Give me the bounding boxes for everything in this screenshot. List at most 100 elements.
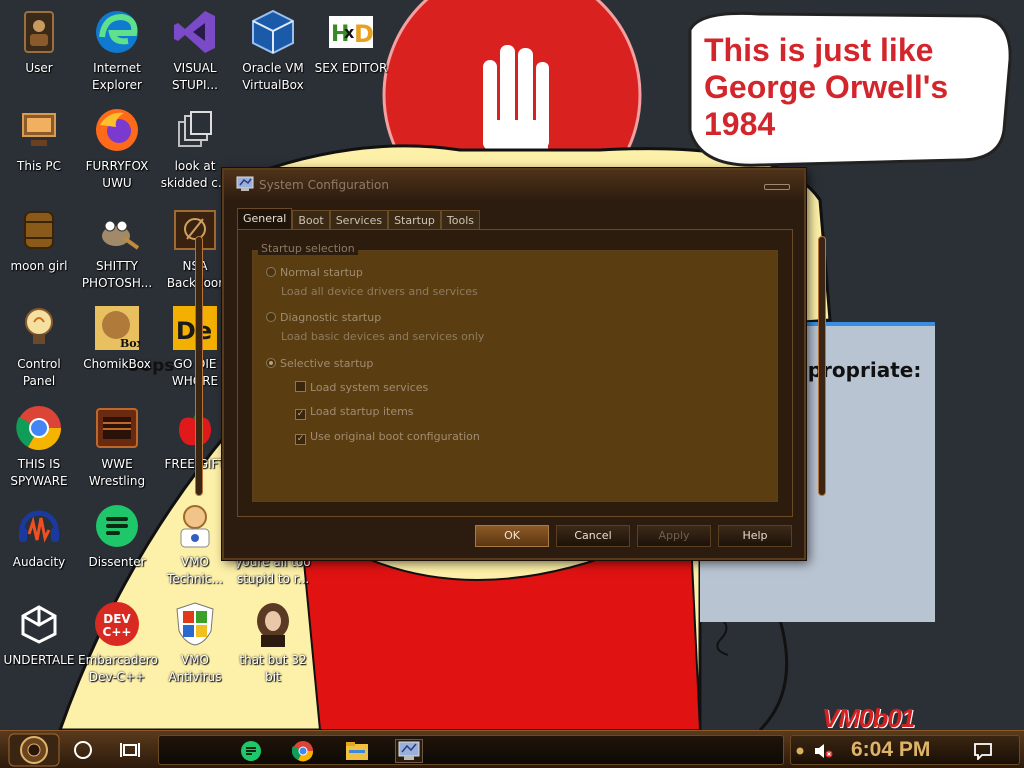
desktop-icon-undertale[interactable]: UNDERTALE — [0, 600, 78, 669]
search-icon[interactable] — [74, 741, 92, 759]
speaker-muted-icon[interactable] — [813, 742, 833, 760]
diagnostic-startup-option[interactable]: Diagnostic startup Load basic devices an… — [266, 311, 484, 343]
taskbar: 6:04 PM — [0, 730, 1024, 768]
taskbar-file-explorer-button[interactable] — [343, 739, 371, 763]
diagnostic-startup-description: Load basic devices and services only — [281, 330, 485, 343]
desktop-icon-gimp[interactable]: SHITTY PHOTOSH... — [78, 206, 156, 292]
icon-label: WWE Wrestling — [88, 457, 146, 488]
normal-startup-option[interactable]: Normal startup Load all device drivers a… — [266, 266, 478, 298]
use-original-boot-label: Use original boot configuration — [310, 430, 480, 443]
desktop-icon-internet-explorer[interactable]: Internet Explorer — [78, 8, 156, 94]
load-system-services-label: Load system services — [310, 381, 429, 394]
tab-services[interactable]: Services — [329, 210, 389, 230]
window-titlebar[interactable]: System Configuration — [224, 170, 804, 202]
window-frame-rail-left — [195, 236, 203, 496]
use-original-boot-option[interactable]: ✓ Use original boot configuration — [295, 430, 480, 445]
minimize-button[interactable] — [764, 184, 790, 190]
icon-label: User — [25, 61, 53, 75]
svg-text:D: D — [354, 20, 374, 48]
lightbulb-icon — [15, 304, 63, 352]
desktop-icon-this-pc[interactable]: This PC — [0, 106, 78, 175]
wrestling-icon — [93, 404, 141, 452]
start-button[interactable] — [8, 733, 60, 767]
system-config-icon — [398, 741, 420, 760]
tab-boot[interactable]: Boot — [292, 210, 330, 230]
tab-tools[interactable]: Tools — [440, 210, 481, 230]
svg-text:C++: C++ — [103, 625, 132, 639]
user-folder-icon — [15, 8, 63, 56]
speech-line-3: 1984 — [704, 106, 776, 142]
background-dialog-text: opropriate: — [794, 358, 922, 382]
diagnostic-startup-label: Diagnostic startup — [280, 311, 382, 324]
normal-startup-description: Load all device drivers and services — [281, 285, 478, 298]
firefox-icon — [93, 106, 141, 154]
desktop-icon-firefox[interactable]: FURRYFOX UWU — [78, 106, 156, 192]
desktop-icon-wwe-wrestling[interactable]: WWE Wrestling — [78, 404, 156, 490]
cancel-button[interactable]: Cancel — [556, 525, 630, 547]
icon-label: VISUAL STUPI... — [172, 61, 218, 92]
system-config-icon — [236, 176, 254, 191]
load-startup-items-checkbox[interactable]: ✓ — [295, 409, 306, 420]
desktop-icon-that-but-32-bit[interactable]: that but 32 bit — [234, 600, 312, 686]
icon-label: SHITTY PHOTOSH... — [81, 259, 153, 290]
portrait-icon — [249, 600, 297, 648]
normal-startup-label: Normal startup — [280, 266, 363, 279]
virtualbox-icon — [249, 8, 297, 56]
desktop-icon-dev-cpp[interactable]: DEV C++ Embarcadero Dev-C++ — [78, 600, 158, 686]
icon-label: Internet Explorer — [92, 61, 142, 92]
icon-label: FURRYFOX UWU — [85, 159, 149, 190]
system-tray: 6:04 PM — [790, 735, 1020, 765]
desktop-icon-visual-studio[interactable]: VISUAL STUPI... — [156, 8, 234, 94]
icon-label: VMO Antivirus — [168, 653, 222, 684]
icon-label: Audacity — [12, 555, 66, 569]
desktop-icon-moon-girl[interactable]: moon girl — [0, 206, 78, 275]
task-view-icon[interactable] — [120, 741, 140, 759]
tab-general[interactable]: General — [237, 208, 293, 230]
desktop-icon-control-panel[interactable]: Control Panel — [0, 304, 78, 390]
gimp-icon — [93, 206, 141, 254]
icon-label: UNDERTALE — [3, 653, 75, 667]
desktop-icon-chrome[interactable]: THIS IS SPYWARE — [0, 404, 78, 490]
signature-text: VM0b01 — [822, 703, 915, 730]
selective-startup-radio[interactable] — [266, 358, 276, 368]
use-original-boot-checkbox[interactable]: ✓ — [295, 434, 306, 445]
svg-text:Box: Box — [120, 337, 140, 350]
unity-icon — [15, 600, 63, 648]
speech-line-1: This is just like — [704, 32, 934, 68]
ok-button[interactable]: OK — [475, 525, 549, 547]
notification-icon[interactable] — [973, 742, 993, 760]
svg-text:De: De — [176, 317, 212, 345]
icon-label: Dissenter — [88, 555, 146, 569]
desktop-icon-virtualbox[interactable]: Oracle VM VirtualBox — [234, 8, 312, 94]
taskbar-system-config-button[interactable] — [395, 739, 423, 763]
desktop-icon-vmo-antivirus[interactable]: VMO Antivirus — [156, 600, 234, 686]
diagnostic-startup-radio[interactable] — [266, 312, 276, 322]
selective-startup-label: Selective startup — [280, 357, 374, 370]
taskbar-dissenter-button[interactable] — [237, 739, 265, 763]
taskbar-clock[interactable]: 6:04 PM — [851, 738, 930, 762]
desktop-icon-user[interactable]: User — [0, 8, 78, 77]
taskbar-pinned-apps — [158, 735, 784, 765]
taskbar-chrome-button[interactable] — [289, 739, 317, 763]
load-system-services-checkbox[interactable] — [295, 381, 306, 392]
icon-label: moon girl — [10, 259, 68, 273]
help-button[interactable]: Help — [718, 525, 792, 547]
icon-label: This PC — [17, 159, 61, 173]
copy-icon — [171, 106, 219, 154]
load-system-services-option[interactable]: Load system services — [295, 381, 428, 394]
icon-label: Embarcadero Dev-C++ — [78, 653, 158, 684]
normal-startup-radio[interactable] — [266, 267, 276, 277]
desktop-icon-dissenter[interactable]: Dissenter — [78, 502, 156, 571]
desktop-icon-chomikbox[interactable]: Box ChomikBox — [78, 304, 156, 373]
tray-overflow-icon[interactable] — [795, 746, 805, 756]
chrome-icon — [15, 404, 63, 452]
icon-label: Oracle VM VirtualBox — [242, 61, 304, 92]
desktop-icon-sex-editor[interactable]: HxD SEX EDITOR — [312, 8, 390, 77]
tab-startup[interactable]: Startup — [388, 210, 441, 230]
load-startup-items-option[interactable]: ✓ Load startup items — [295, 405, 414, 420]
speech-bubble: This is just like George Orwell's 1984 — [680, 10, 1016, 175]
dissenter-icon — [93, 502, 141, 550]
selective-startup-option[interactable]: Selective startup — [266, 357, 373, 370]
desktop-icon-audacity[interactable]: Audacity — [0, 502, 78, 571]
apply-button: Apply — [637, 525, 711, 547]
